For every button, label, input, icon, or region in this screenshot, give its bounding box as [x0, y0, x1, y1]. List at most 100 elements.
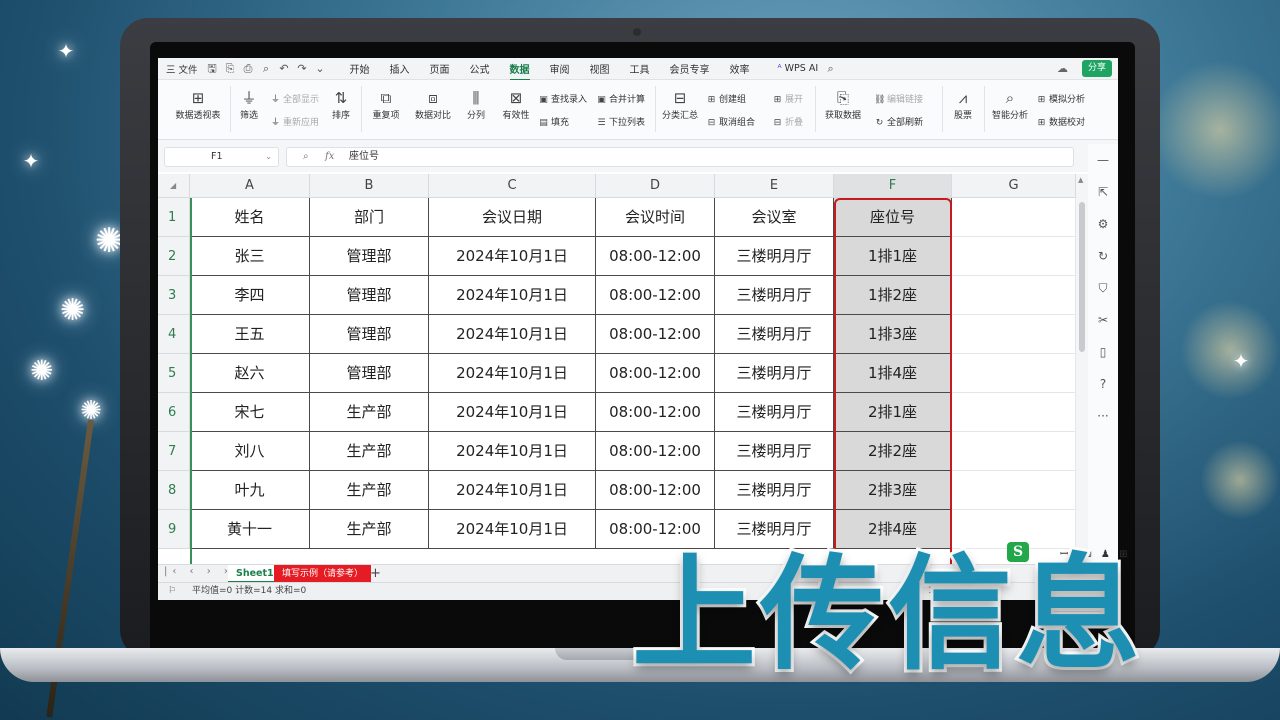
- get-data-button[interactable]: ⎘ 获取数据: [820, 88, 866, 121]
- empty-cell[interactable]: [952, 198, 1076, 237]
- column-header-e[interactable]: E: [715, 174, 834, 198]
- table-cell[interactable]: 三楼明月厅: [715, 276, 834, 315]
- help-icon[interactable]: ?: [1088, 368, 1118, 400]
- table-cell[interactable]: 2024年10月1日: [429, 393, 596, 432]
- subtotal-button[interactable]: ⊟ 分类汇总: [660, 88, 700, 121]
- table-cell[interactable]: 2024年10月1日: [429, 315, 596, 354]
- duplicates-button[interactable]: ⧉ 重复项: [366, 88, 406, 121]
- status-mode-icon[interactable]: ⚐: [168, 583, 176, 600]
- fill-button[interactable]: ▤ 填充: [538, 115, 569, 128]
- expand-button[interactable]: ⊞ 展开: [772, 92, 803, 105]
- table-cell[interactable]: 2024年10月1日: [429, 237, 596, 276]
- row-header-6[interactable]: 6: [158, 393, 190, 432]
- table-cell[interactable]: 刘八: [190, 432, 310, 471]
- table-cell[interactable]: 08:00-12:00: [596, 393, 715, 432]
- column-header-c[interactable]: C: [429, 174, 596, 198]
- show-all-button[interactable]: ⏚ 全部显示: [270, 92, 319, 105]
- header-cell[interactable]: 座位号: [834, 198, 952, 237]
- table-cell[interactable]: 三楼明月厅: [715, 471, 834, 510]
- minimize-icon[interactable]: —: [1088, 144, 1118, 176]
- sort-button[interactable]: ⇅ 排序: [326, 88, 356, 121]
- tab-efficiency[interactable]: 效率: [730, 61, 750, 76]
- tab-review[interactable]: 审阅: [550, 61, 570, 76]
- spreadsheet-grid[interactable]: ◢ A B C D E F G 1 2 3 4 5 6 7 8 9 姓名 部门 会议日期 会议时间 会议室 座位号 张三 管理…: [158, 174, 1076, 564]
- tab-tools[interactable]: 工具: [630, 61, 650, 76]
- table-cell[interactable]: 08:00-12:00: [596, 432, 715, 471]
- empty-cell[interactable]: [952, 354, 1076, 393]
- zoom-icon[interactable]: ⌕: [303, 148, 309, 166]
- row-header-7[interactable]: 7: [158, 432, 190, 471]
- table-cell[interactable]: 王五: [190, 315, 310, 354]
- search-icon[interactable]: ⌕: [824, 62, 837, 75]
- column-header-f[interactable]: F: [834, 174, 952, 198]
- table-cell[interactable]: 生产部: [310, 393, 429, 432]
- scroll-thumb[interactable]: [1079, 202, 1085, 352]
- column-header-d[interactable]: D: [596, 174, 715, 198]
- name-box[interactable]: F1 ⌄: [164, 147, 279, 167]
- edit-links-button[interactable]: ⛓ 编辑链接: [874, 92, 923, 105]
- table-cell[interactable]: 08:00-12:00: [596, 276, 715, 315]
- stocks-button[interactable]: ⩘ 股票: [946, 88, 980, 121]
- empty-cell[interactable]: [952, 237, 1076, 276]
- row-header-1[interactable]: 1: [158, 198, 190, 237]
- print-icon[interactable]: ⎙: [242, 62, 255, 75]
- empty-cell[interactable]: [952, 471, 1076, 510]
- table-cell[interactable]: 08:00-12:00: [596, 354, 715, 393]
- save-icon[interactable]: 🖫: [206, 62, 219, 75]
- tab-view[interactable]: 视图: [590, 61, 610, 76]
- chevron-down-icon[interactable]: ⌄: [314, 62, 327, 75]
- shield-icon[interactable]: ⛉: [1088, 272, 1118, 304]
- column-header-b[interactable]: B: [310, 174, 429, 198]
- table-cell[interactable]: 赵六: [190, 354, 310, 393]
- table-cell[interactable]: 三楼明月厅: [715, 237, 834, 276]
- table-cell[interactable]: 三楼明月厅: [715, 432, 834, 471]
- table-cell[interactable]: 1排4座: [834, 354, 952, 393]
- settings-icon[interactable]: ⚙: [1088, 208, 1118, 240]
- merge-calc-button[interactable]: ▣ 合并计算: [596, 92, 645, 105]
- simulation-analysis-button[interactable]: ⊞ 模拟分析: [1036, 92, 1085, 105]
- fx-icon[interactable]: fx: [325, 148, 334, 166]
- table-cell[interactable]: 生产部: [310, 471, 429, 510]
- book-icon[interactable]: ▯: [1088, 336, 1118, 368]
- filter-button[interactable]: ⏚ 筛选: [234, 88, 264, 121]
- table-cell[interactable]: 管理部: [310, 354, 429, 393]
- table-cell[interactable]: 2024年10月1日: [429, 432, 596, 471]
- table-cell[interactable]: 张三: [190, 237, 310, 276]
- table-cell[interactable]: 宋七: [190, 393, 310, 432]
- cursor-icon[interactable]: ⇱: [1088, 176, 1118, 208]
- table-cell[interactable]: 2024年10月1日: [429, 510, 596, 549]
- empty-cell[interactable]: [952, 276, 1076, 315]
- add-sheet-button[interactable]: +: [370, 565, 381, 583]
- empty-cell[interactable]: [952, 315, 1076, 354]
- rotate-icon[interactable]: ↻: [1088, 240, 1118, 272]
- tab-member[interactable]: 会员专享: [670, 61, 710, 76]
- row-header-9[interactable]: 9: [158, 510, 190, 549]
- row-header-8[interactable]: 8: [158, 471, 190, 510]
- refresh-all-button[interactable]: ↻ 全部刷新: [874, 115, 923, 128]
- table-cell[interactable]: 李四: [190, 276, 310, 315]
- row-header-3[interactable]: 3: [158, 276, 190, 315]
- table-cell[interactable]: 生产部: [310, 510, 429, 549]
- column-header-a[interactable]: A: [190, 174, 310, 198]
- table-cell[interactable]: 管理部: [310, 237, 429, 276]
- table-cell[interactable]: 08:00-12:00: [596, 471, 715, 510]
- split-column-button[interactable]: ⫼ 分列: [460, 88, 492, 121]
- tab-data[interactable]: 数据: [509, 61, 530, 81]
- more-icon[interactable]: ···: [1088, 400, 1118, 432]
- collapse-button[interactable]: ⊟ 折叠: [772, 115, 803, 128]
- undo-icon[interactable]: ↶: [278, 62, 291, 75]
- column-header-g[interactable]: G: [952, 174, 1076, 198]
- tab-home[interactable]: 开始: [350, 61, 370, 76]
- lookup-entry-button[interactable]: ▣ 查找录入: [538, 92, 587, 105]
- ungroup-button[interactable]: ⊟ 取消组合: [706, 115, 755, 128]
- table-cell[interactable]: 三楼明月厅: [715, 393, 834, 432]
- table-cell[interactable]: 2排1座: [834, 393, 952, 432]
- reapply-button[interactable]: ⏚ 重新应用: [270, 115, 319, 128]
- formula-input[interactable]: ⌕ fx 座位号: [286, 147, 1074, 167]
- table-cell[interactable]: 管理部: [310, 276, 429, 315]
- table-cell[interactable]: 2024年10月1日: [429, 471, 596, 510]
- table-cell[interactable]: 2024年10月1日: [429, 354, 596, 393]
- smart-analysis-button[interactable]: ⌕ 智能分析: [990, 88, 1030, 121]
- select-all-corner[interactable]: ◢: [158, 174, 190, 198]
- table-cell[interactable]: 1排2座: [834, 276, 952, 315]
